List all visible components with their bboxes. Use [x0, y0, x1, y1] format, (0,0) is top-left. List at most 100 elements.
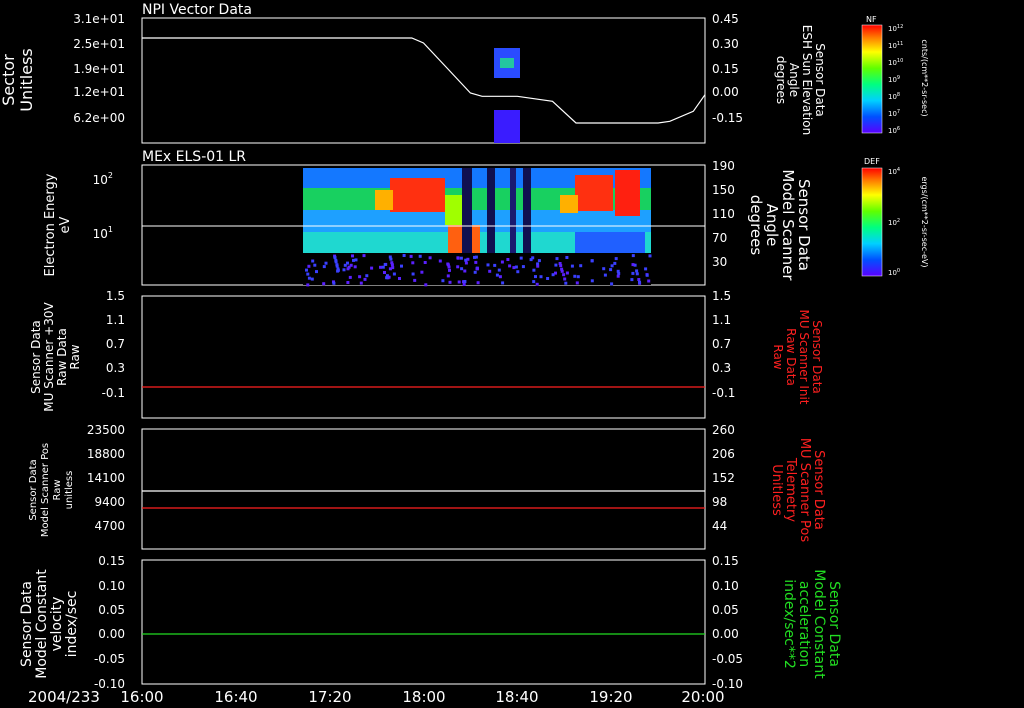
npi-block-low — [494, 110, 520, 143]
els-dot — [555, 257, 559, 261]
right-tick: -0.05 — [712, 652, 743, 666]
colorbar-title: NF — [866, 15, 877, 24]
els-dot — [447, 265, 451, 269]
els-dot — [322, 282, 326, 286]
els-dot — [565, 271, 569, 275]
left-axis-vel: 0.15 0.10 0.05 0.00 -0.05 -0.10 — [94, 554, 125, 691]
els-dot — [560, 269, 564, 273]
time-axis: 2004/233 16:00 16:40 17:20 18:00 18:40 1… — [28, 688, 725, 706]
right-label-line: Raw — [771, 344, 785, 369]
left-tick: 1.1 — [106, 313, 125, 327]
els-dot — [532, 268, 536, 272]
els-dot — [476, 267, 479, 271]
els-dot — [501, 281, 505, 285]
right-tick: 44 — [712, 519, 727, 533]
els-dot — [381, 265, 385, 269]
colorbar-ticks: 104 102 100 — [888, 167, 900, 277]
right-label-line: Raw Data — [784, 328, 798, 386]
els-dot — [631, 263, 635, 267]
right-tick: 0.05 — [712, 603, 739, 617]
plot-frame-pos — [141, 428, 706, 550]
npi-block-mid-core — [500, 58, 514, 68]
left-tick: 6.2e+00 — [73, 111, 125, 125]
els-dot — [575, 281, 579, 285]
els-dot — [488, 269, 492, 273]
els-dot — [495, 273, 499, 277]
colorbar-tick: 104 — [888, 167, 900, 176]
right-tick: 0.15 — [712, 62, 739, 76]
els-dot — [535, 282, 539, 286]
els-dot — [402, 254, 406, 257]
els-dot — [476, 281, 480, 285]
els-dot — [506, 258, 510, 261]
right-tick: 98 — [712, 495, 727, 509]
colorbar-unit: ergs/(cm**2-sr-sec-eV) — [920, 176, 929, 267]
els-dot — [462, 283, 466, 286]
els-dot — [573, 274, 577, 278]
right-tick: -0.15 — [712, 111, 743, 125]
colorbar-unit-text: cnts/(cm**2-sr-sec) — [920, 39, 929, 116]
els-dot — [346, 281, 350, 284]
left-tick: 14100 — [87, 471, 125, 485]
els-dot — [463, 269, 467, 273]
els-dot — [590, 259, 594, 263]
els-dot — [648, 254, 652, 258]
time-tick: 16:00 — [120, 688, 163, 706]
els-dot — [493, 263, 497, 267]
els-dot — [348, 275, 352, 279]
els-dot — [514, 265, 518, 269]
els-dot — [315, 270, 318, 274]
els-dot — [460, 267, 464, 271]
left-tick: 0.15 — [98, 554, 125, 568]
right-tick: 0.3 — [712, 361, 731, 375]
els-dot — [392, 272, 396, 276]
plot-frame-vel — [141, 559, 706, 685]
els-dot — [508, 264, 512, 268]
els-dot — [351, 254, 354, 258]
els-dot — [638, 280, 641, 284]
els-dot — [456, 256, 460, 260]
els-dot — [631, 254, 635, 258]
left-label-line: Electron Energy — [43, 173, 58, 276]
right-label-vel: Sensor Data Model Constant acceleration … — [781, 569, 842, 679]
panel-title-els: MEx ELS-01 LR — [142, 149, 246, 165]
els-dot — [554, 263, 558, 267]
els-dot — [590, 279, 594, 283]
els-dot — [353, 265, 357, 269]
right-label-line: Sensor Data — [810, 320, 824, 394]
left-tick: 1.9e+01 — [73, 62, 125, 76]
left-tick: 0.7 — [106, 337, 125, 351]
right-label-line: degrees — [747, 195, 765, 256]
els-dot — [565, 256, 569, 259]
els-red-block-1 — [390, 178, 445, 212]
panel-title-npi: NPI Vector Data — [142, 2, 252, 18]
right-tick: 110 — [712, 207, 735, 221]
right-tick: 0.45 — [712, 12, 739, 26]
panel-pos: 23500 18800 14100 9400 4700 260 206 152 … — [28, 423, 826, 550]
panel-els: MEx ELS-01 LR 102 101 190 150 110 70 30 … — [43, 149, 813, 287]
els-dot — [390, 263, 394, 267]
els-dot — [647, 279, 651, 283]
left-tick: 3.1e+01 — [73, 12, 125, 26]
els-orange-1 — [375, 190, 393, 210]
left-label-line: Raw — [52, 479, 63, 500]
els-dot — [354, 258, 358, 262]
left-label-line: velocity — [49, 597, 65, 652]
left-tick: 2.5e+01 — [73, 37, 125, 51]
left-tick: 4700 — [94, 519, 125, 533]
els-dot — [418, 254, 422, 258]
right-label-els: Sensor Data Model Scanner Angle degrees — [747, 169, 813, 281]
els-gap-2 — [487, 168, 495, 253]
left-tick: 0.05 — [98, 603, 125, 617]
right-label-mu30: Sensor Data MU Scanner Init Raw Data Raw — [771, 309, 824, 404]
els-dot — [387, 275, 391, 279]
left-label-line: unitless — [64, 471, 75, 510]
els-dot — [335, 264, 339, 268]
left-tick: 23500 — [87, 423, 125, 437]
colorbar-tick: 1012 — [888, 24, 903, 33]
els-dot — [365, 274, 369, 278]
right-axis-pos: 260 206 152 98 44 — [712, 423, 735, 533]
left-label-line: Model Constant — [34, 569, 50, 679]
colorbar-tick: 107 — [888, 109, 900, 118]
els-dot — [332, 281, 336, 285]
